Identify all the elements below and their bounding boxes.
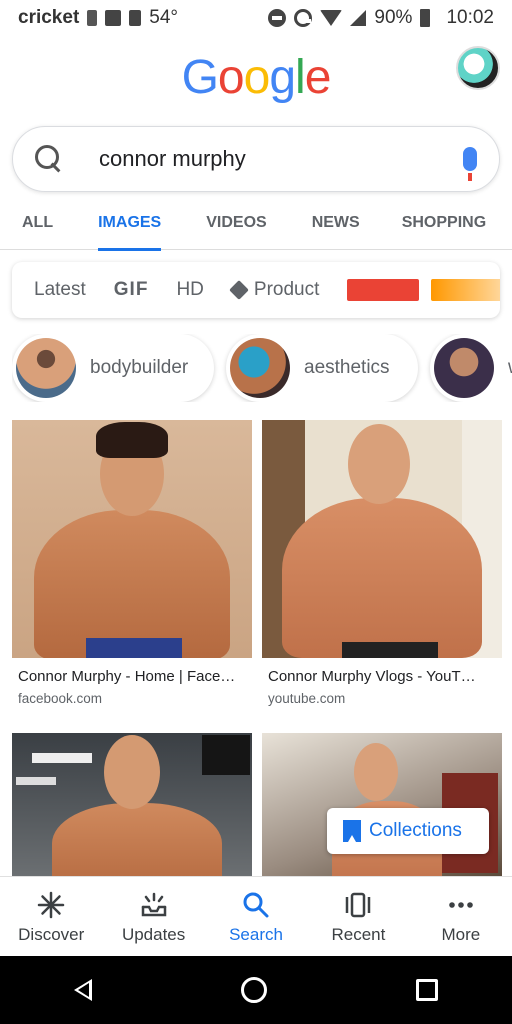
nav-label: More <box>441 925 481 944</box>
suggestion-thumbnail <box>16 338 76 398</box>
phone-icon <box>129 10 142 26</box>
search-input[interactable]: connor murphy <box>99 146 463 172</box>
figure-torso <box>282 498 482 658</box>
figure-head <box>104 735 160 809</box>
notification-icon <box>87 10 98 26</box>
color-filter-red[interactable] <box>347 279 420 301</box>
suggestion-label: bodybuilder <box>90 357 189 378</box>
result-image[interactable] <box>12 733 252 876</box>
tag-icon <box>228 280 249 300</box>
image-filter-bar: Latest GIF HD Product <box>12 262 500 318</box>
nav-search[interactable]: Search <box>205 877 307 956</box>
recent-tabs-icon <box>346 892 371 918</box>
bookmark-icon <box>343 820 361 842</box>
carrier-name: cricket <box>18 7 80 28</box>
ceiling-light <box>32 753 92 763</box>
nav-label: Discover <box>18 925 85 944</box>
collections-label: Collections <box>369 820 462 841</box>
filter-latest[interactable]: Latest <box>34 279 86 301</box>
suggestion-chip-bodybuilder[interactable]: bodybuilder <box>12 334 214 402</box>
result-image[interactable] <box>262 733 502 876</box>
result-title[interactable]: Connor Murphy Vlogs - YouT… <box>268 668 502 685</box>
home-icon[interactable] <box>240 977 267 1003</box>
result-title[interactable]: Connor Murphy - Home | Face… <box>18 668 252 685</box>
collections-button[interactable]: Collections <box>327 808 489 854</box>
image-result[interactable]: Connor Murphy - Home | Face… facebook.co… <box>12 420 252 706</box>
color-filter-orange[interactable] <box>431 279 500 301</box>
image-result[interactable] <box>262 733 502 876</box>
search-tabs: ALL IMAGES VIDEOS NEWS SHOPPING <box>0 200 512 251</box>
nav-more[interactable]: More <box>410 877 512 956</box>
bottom-navigation: Discover Updates Search Recent More <box>0 876 512 956</box>
clock: 10:02 <box>446 7 494 28</box>
ceiling-light <box>16 777 56 785</box>
tv-screen <box>202 735 250 775</box>
filter-product[interactable]: Product <box>228 279 320 301</box>
suggestion-chip-aesthetics[interactable]: aesthetics <box>226 334 418 402</box>
figure-shorts <box>342 642 438 658</box>
nav-recent[interactable]: Recent <box>307 877 409 956</box>
filter-product-label: Product <box>253 279 320 300</box>
gallery-icon <box>105 10 122 26</box>
account-avatar[interactable] <box>456 46 500 90</box>
figure-torso <box>52 803 222 876</box>
logo-letter: e <box>304 51 332 104</box>
figure-shorts <box>86 638 182 658</box>
logo-letter: G <box>181 51 219 104</box>
result-source: facebook.com <box>18 691 103 706</box>
battery-icon <box>420 9 431 27</box>
tab-all[interactable]: ALL <box>22 200 53 250</box>
wifi-icon <box>320 10 343 26</box>
suggestion-chip-w[interactable]: w <box>430 334 512 402</box>
more-dots-icon <box>449 902 473 908</box>
do-not-disturb-icon <box>268 9 287 27</box>
alarm-icon <box>294 9 313 27</box>
logo-letter: o <box>217 51 245 104</box>
asterisk-icon <box>37 891 65 919</box>
figure-head <box>354 743 398 801</box>
figure-head <box>348 424 410 504</box>
logo-letter: o <box>243 51 271 104</box>
suggestion-label: w <box>508 357 512 379</box>
suggestion-thumbnail <box>434 338 494 398</box>
nav-discover[interactable]: Discover <box>0 877 102 956</box>
tab-images[interactable]: IMAGES <box>98 200 162 251</box>
suggestion-label: aesthetics <box>304 357 390 378</box>
nav-label: Updates <box>121 925 186 944</box>
overview-icon[interactable] <box>415 979 438 1001</box>
temperature: 54° <box>149 7 179 28</box>
search-icon[interactable] <box>35 145 63 173</box>
search-box[interactable]: connor murphy <box>12 126 500 192</box>
suggestion-thumbnail <box>230 338 290 398</box>
image-result[interactable]: Connor Murphy Vlogs - YouT… youtube.com <box>262 420 502 706</box>
related-searches: bodybuilder aesthetics w <box>12 334 512 402</box>
search-icon <box>243 892 269 918</box>
google-logo: Google <box>0 50 512 105</box>
updates-icon <box>141 892 166 917</box>
figure-torso <box>34 510 230 658</box>
result-image[interactable] <box>262 420 502 658</box>
microphone-icon[interactable] <box>463 147 477 181</box>
status-bar: cricket 54° 90% 10:02 <box>0 0 512 36</box>
nav-updates[interactable]: Updates <box>102 877 204 956</box>
tab-videos[interactable]: VIDEOS <box>206 200 266 250</box>
tab-news[interactable]: NEWS <box>312 200 360 250</box>
tab-shopping[interactable]: SHOPPING <box>402 200 486 250</box>
result-source: youtube.com <box>268 691 346 706</box>
signal-icon <box>350 10 367 26</box>
nav-label: Search <box>229 925 283 944</box>
filter-hd[interactable]: HD <box>176 279 203 301</box>
filter-gif[interactable]: GIF <box>114 279 149 301</box>
logo-letter: l <box>295 51 306 104</box>
image-result[interactable] <box>12 733 252 876</box>
result-image[interactable] <box>12 420 252 658</box>
system-navigation-bar <box>0 956 512 1024</box>
logo-letter: g <box>269 51 296 104</box>
nav-label: Recent <box>331 925 386 944</box>
figure-hair <box>96 422 168 458</box>
battery-percent: 90% <box>374 7 413 28</box>
back-icon[interactable] <box>74 979 93 1001</box>
